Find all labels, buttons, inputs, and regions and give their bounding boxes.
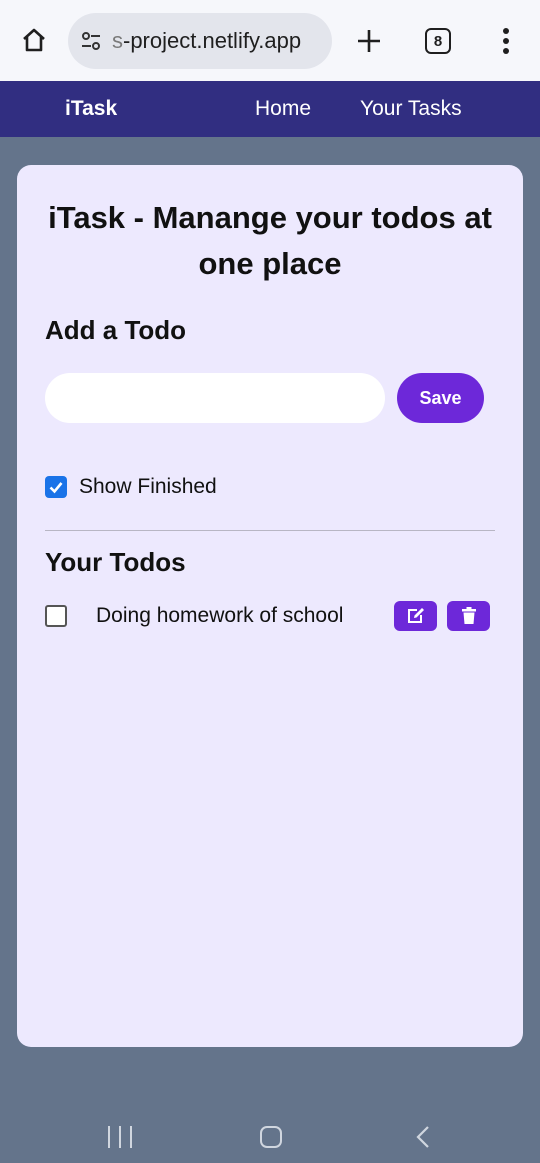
new-tab-icon[interactable] [352, 24, 386, 58]
url-prefix: s [112, 28, 123, 53]
section-divider [45, 530, 495, 531]
delete-button[interactable] [447, 601, 490, 631]
edit-icon [407, 608, 424, 623]
todo-input[interactable] [45, 373, 385, 423]
tab-switcher-icon[interactable]: 8 [425, 28, 451, 54]
url-text[interactable]: s-project.netlify.app [112, 28, 322, 54]
todo-text: Doing homework of school [96, 604, 344, 627]
browser-toolbar: s-project.netlify.app 8 [0, 0, 540, 81]
home-icon[interactable] [18, 24, 50, 56]
app-navbar: iTask Home Your Tasks [0, 81, 540, 137]
edit-button[interactable] [394, 601, 437, 631]
recents-icon[interactable] [108, 1126, 132, 1148]
brand-logo: iTask [65, 97, 118, 120]
back-icon[interactable] [414, 1125, 432, 1149]
nav-link-your-tasks[interactable]: Your Tasks [360, 97, 462, 121]
todo-item: Doing homework of school [45, 601, 495, 631]
system-nav-bar [0, 1100, 540, 1163]
show-finished-toggle[interactable]: Show Finished [45, 475, 217, 499]
url-domain: -project.netlify.app [123, 28, 302, 53]
show-finished-checkbox[interactable] [45, 476, 67, 498]
checkmark-icon [49, 482, 63, 494]
address-bar[interactable]: s-project.netlify.app [68, 13, 332, 69]
your-todos-heading: Your Todos [45, 547, 186, 577]
nav-link-home[interactable]: Home [255, 97, 311, 121]
save-button[interactable]: Save [397, 373, 484, 423]
trash-icon [461, 607, 476, 624]
main-card: iTask - Manange your todos at one place … [17, 165, 523, 1047]
tab-count: 8 [433, 32, 443, 50]
more-menu-icon[interactable] [496, 24, 516, 58]
site-settings-icon[interactable] [80, 30, 102, 52]
show-finished-label: Show Finished [79, 475, 217, 498]
system-home-icon[interactable] [260, 1126, 282, 1148]
todo-complete-checkbox[interactable] [45, 605, 67, 627]
page-title: iTask - Manange your todos at one place [48, 200, 492, 281]
add-todo-heading: Add a Todo [45, 315, 187, 345]
